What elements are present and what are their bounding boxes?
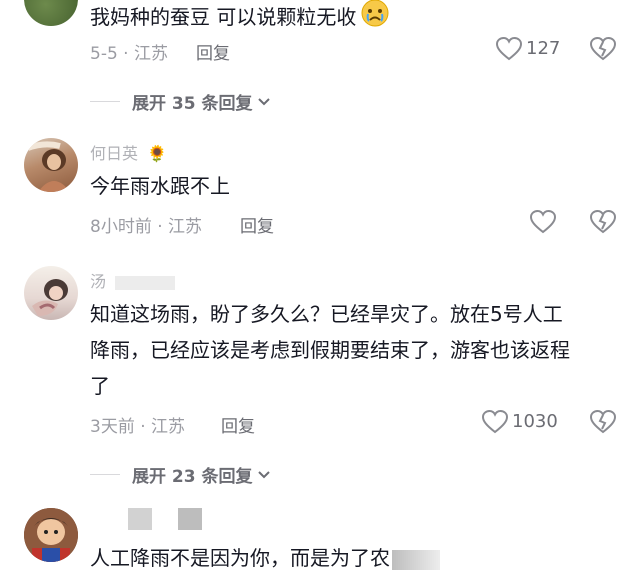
comment-meta: 3天前 · 江苏: [90, 417, 186, 437]
sunflower-icon: 🌻: [147, 144, 168, 163]
divider: [90, 101, 120, 102]
expand-replies-button[interactable]: 展开 23 条回复: [90, 462, 271, 487]
comment-text: 知道这场雨，盼了多久么？已经旱灾了。放在5号人工 降雨，已经应该是考虑到假期要结…: [90, 296, 570, 404]
like-count: 127: [526, 38, 561, 59]
chevron-down-icon: [257, 465, 271, 485]
avatar[interactable]: [24, 266, 78, 320]
username[interactable]: 何日英 🌻: [90, 140, 167, 164]
expand-replies-button[interactable]: 展开 35 条回复: [90, 89, 271, 114]
comment-text: 今年雨水跟不上: [90, 174, 230, 198]
blurred-username: [115, 275, 176, 290]
broken-heart-icon[interactable]: [589, 409, 617, 438]
broken-heart-icon[interactable]: [589, 209, 617, 238]
username-text: 何日英: [90, 144, 139, 163]
comment-text-content: 人工降雨不是因为你，而是为了农: [90, 546, 390, 570]
chevron-down-icon: [257, 92, 271, 112]
comment-text: 我妈种的蚕豆 可以说颗粒无收: [90, 0, 390, 39]
expand-replies-label: 展开 35 条回复: [132, 94, 253, 114]
expand-replies-label: 展开 23 条回复: [132, 467, 253, 487]
crying-face-icon: [360, 0, 390, 39]
comment-meta: 8小时前 · 江苏: [90, 217, 203, 237]
divider: [90, 474, 120, 475]
heart-icon[interactable]: [495, 36, 523, 65]
comment-meta: 5-5 · 江苏: [90, 44, 168, 64]
reply-button[interactable]: 回复: [240, 212, 274, 237]
blurred-username: [178, 508, 202, 530]
like-count: 1030: [512, 411, 558, 432]
heart-icon[interactable]: [481, 409, 509, 438]
comment-text-line: 知道这场雨，盼了多久么？已经旱灾了。放在5号人工: [90, 302, 563, 326]
reply-button[interactable]: 回复: [221, 412, 255, 437]
blurred-text: [392, 549, 440, 570]
comment-text-line: 了: [90, 374, 110, 398]
broken-heart-icon[interactable]: [589, 36, 617, 65]
avatar[interactable]: [24, 508, 78, 562]
avatar[interactable]: [24, 0, 78, 26]
heart-icon[interactable]: [529, 209, 557, 238]
blurred-username: [128, 508, 152, 530]
comment-text-content: 我妈种的蚕豆 可以说颗粒无收: [90, 5, 357, 29]
comment-text-line: 降雨，已经应该是考虑到假期要结束了，游客也该返程: [90, 338, 570, 362]
username-text: 汤: [90, 272, 107, 291]
comment-text: 人工降雨不是因为你，而是为了农: [90, 540, 440, 576]
reply-button[interactable]: 回复: [196, 39, 230, 64]
username[interactable]: 汤: [90, 268, 176, 292]
avatar[interactable]: [24, 138, 78, 192]
